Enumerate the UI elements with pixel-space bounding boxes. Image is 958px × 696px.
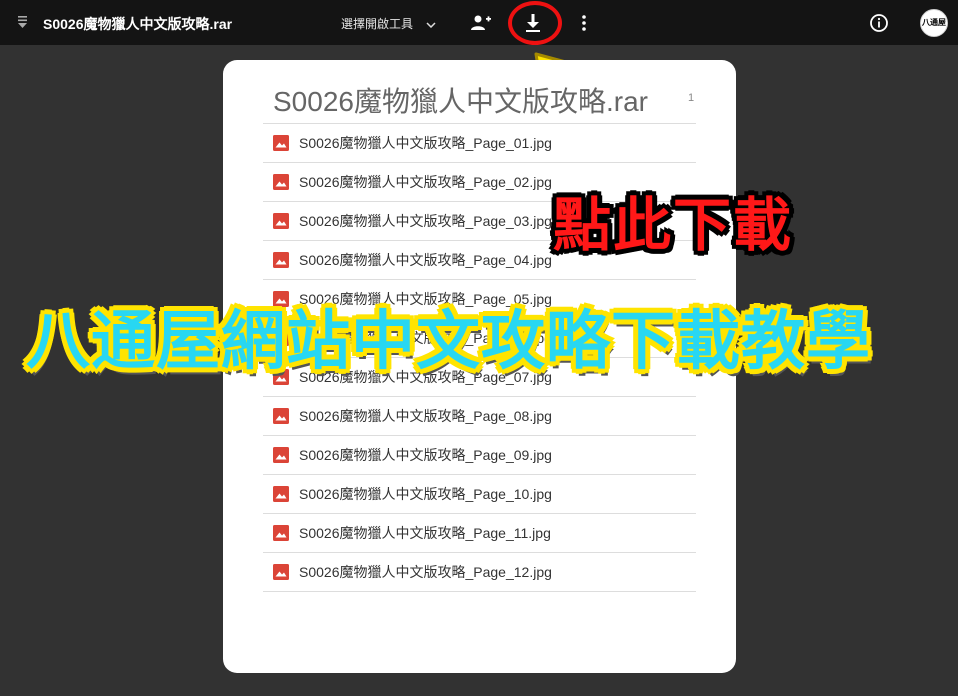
image-file-icon (273, 525, 289, 541)
list-item[interactable]: S0026魔物獵人中文版攻略_Page_11.jpg (263, 514, 696, 553)
image-file-icon (273, 252, 289, 268)
file-title: S0026魔物獵人中文版攻略.rar (43, 16, 233, 32)
image-file-icon (273, 135, 289, 151)
file-name: S0026魔物獵人中文版攻略_Page_04.jpg (299, 252, 552, 268)
add-person-icon[interactable] (468, 11, 492, 35)
avatar[interactable]: 八通屋 (920, 9, 948, 37)
file-name: S0026魔物獵人中文版攻略_Page_11.jpg (299, 525, 551, 541)
list-item[interactable]: S0026魔物獵人中文版攻略_Page_10.jpg (263, 475, 696, 514)
image-file-icon (273, 447, 289, 463)
open-with-label: 選擇開啟工具 (341, 17, 414, 31)
top-bar: S0026魔物獵人中文版攻略.rar 選擇開啟工具 八通屋 (0, 0, 958, 45)
list-item[interactable]: S0026魔物獵人中文版攻略_Page_08.jpg (263, 397, 696, 436)
info-icon[interactable] (867, 11, 891, 35)
image-file-icon (273, 564, 289, 580)
tutorial-title-overlay: 八通屋網站中文攻略下載教學 (26, 305, 871, 377)
archive-size: 1 (688, 92, 695, 104)
download-highlight-circle (508, 1, 562, 45)
image-file-icon (273, 486, 289, 502)
list-item[interactable]: S0026魔物獵人中文版攻略_Page_01.jpg (263, 124, 696, 163)
list-item[interactable]: S0026魔物獵人中文版攻略_Page_09.jpg (263, 436, 696, 475)
image-file-icon (273, 408, 289, 424)
file-name: S0026魔物獵人中文版攻略_Page_10.jpg (299, 486, 552, 502)
menu-icon[interactable] (18, 16, 27, 28)
more-vert-icon[interactable] (572, 11, 596, 35)
file-name: S0026魔物獵人中文版攻略_Page_03.jpg (299, 213, 552, 229)
chevron-down-icon (426, 22, 436, 28)
file-name: S0026魔物獵人中文版攻略_Page_09.jpg (299, 447, 552, 463)
archive-title: S0026魔物獵人中文版攻略.rar (273, 86, 648, 117)
download-here-overlay: 點此下載 (553, 193, 794, 258)
file-name: S0026魔物獵人中文版攻略_Page_12.jpg (299, 564, 552, 580)
file-name: S0026魔物獵人中文版攻略_Page_01.jpg (299, 135, 552, 151)
file-name: S0026魔物獵人中文版攻略_Page_02.jpg (299, 174, 552, 190)
file-name: S0026魔物獵人中文版攻略_Page_08.jpg (299, 408, 552, 424)
image-file-icon (273, 174, 289, 190)
list-item[interactable]: S0026魔物獵人中文版攻略_Page_12.jpg (263, 553, 696, 592)
image-file-icon (273, 213, 289, 229)
open-with-button[interactable]: 選擇開啟工具 (341, 15, 436, 32)
